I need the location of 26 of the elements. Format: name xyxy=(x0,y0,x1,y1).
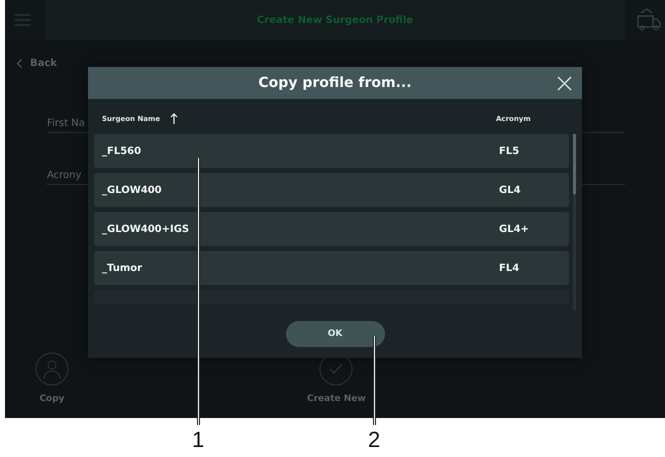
surgeon-name: _GLOW400+IGS xyxy=(102,224,190,234)
field-label: First Na xyxy=(47,118,85,129)
profile-row[interactable]: _FL560 FL5 xyxy=(94,134,569,168)
scrollbar[interactable] xyxy=(573,134,576,310)
profile-row[interactable]: _GLOW400+IGS GL4+ xyxy=(94,212,569,246)
field-label: Acrony xyxy=(47,170,82,181)
screen-title: Create New Surgeon Profile xyxy=(256,14,414,26)
ok-button[interactable]: OK xyxy=(286,321,384,347)
surgeon-name: _GLOW400 xyxy=(102,184,163,196)
person-icon xyxy=(35,352,69,386)
surgeon-name: _FL560 xyxy=(102,146,142,156)
acronym: GL4 xyxy=(499,184,522,196)
profile-row[interactable]: _Tumor FL4 xyxy=(94,251,569,285)
close-icon[interactable] xyxy=(557,76,572,91)
acronym: GL4+ xyxy=(499,224,530,234)
truck-icon[interactable] xyxy=(635,8,661,32)
callout-number: 2 xyxy=(368,426,380,454)
callout-number: 1 xyxy=(192,426,204,454)
dialog-title: Copy profile from... xyxy=(258,75,412,91)
surgeon-name: _Tumor xyxy=(102,262,144,274)
chevron-left-icon xyxy=(17,59,22,68)
sort-ascending-icon[interactable] xyxy=(170,113,178,124)
acronym: FL4 xyxy=(499,262,520,274)
profile-row[interactable]: _GLOW400 GL4 xyxy=(94,173,569,207)
acronym: FL5 xyxy=(499,146,520,156)
menu-icon[interactable] xyxy=(15,14,31,26)
